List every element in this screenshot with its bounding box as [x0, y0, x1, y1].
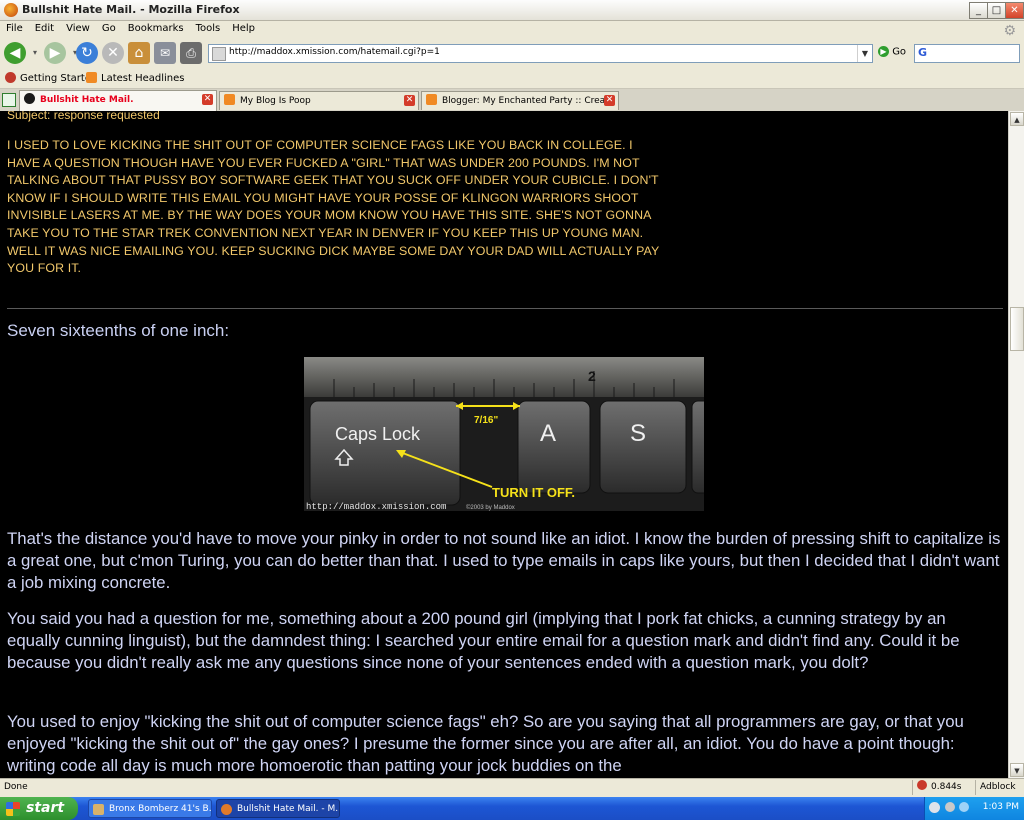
scroll-up-arrow-icon[interactable]: ▲	[1010, 112, 1024, 126]
a-key-label: A	[540, 420, 556, 447]
blogger-favicon-icon	[426, 94, 437, 105]
close-tab-icon[interactable]: ✕	[604, 95, 615, 106]
site-favicon-icon	[212, 47, 226, 61]
go-button[interactable]: ▶ Go	[878, 46, 906, 58]
email-subject: Subject: response requested	[7, 111, 160, 122]
load-time-value: 0.844s	[931, 782, 962, 792]
page-content: Subject: response requested I USED TO LO…	[0, 111, 1008, 778]
adblock-status[interactable]: Adblock	[975, 780, 1024, 795]
firebug-icon	[917, 780, 927, 790]
task-label: Bronx Bomberz 41's B...	[109, 804, 212, 814]
url-text[interactable]: http://maddox.xmission.com/hatemail.cgi?…	[229, 47, 440, 57]
go-arrow-icon: ▶	[878, 46, 889, 57]
back-button[interactable]: ◀	[4, 42, 26, 64]
section-heading: Seven sixteenths of one inch:	[7, 321, 230, 340]
close-button[interactable]: ✕	[1005, 2, 1024, 19]
maddox-favicon-icon	[24, 93, 35, 104]
divider	[7, 308, 1003, 309]
rss-feed-icon	[86, 72, 97, 83]
bookmark-label: Latest Headlines	[101, 73, 185, 84]
load-time-indicator: 0.844s	[912, 780, 975, 795]
taskbar-item-bullshit-hate-mail[interactable]: Bullshit Hate Mail. - M...	[216, 799, 340, 818]
google-search-icon: G	[918, 46, 928, 59]
firefox-icon	[4, 3, 18, 17]
clock[interactable]: 1:03 PM	[983, 802, 1019, 812]
tab-blogger-enchanted-party[interactable]: Blogger: My Enchanted Party :: Crea... ✕	[421, 91, 619, 110]
firefox-icon	[221, 804, 232, 815]
print-button[interactable]: ⎙	[180, 42, 202, 64]
measurement-label: 7/16"	[474, 415, 498, 426]
tab-label: Blogger: My Enchanted Party :: Crea...	[442, 96, 614, 106]
home-button[interactable]: ⌂	[128, 42, 150, 64]
turn-it-off-label: TURN IT OFF.	[492, 485, 575, 500]
menu-bar: File Edit View Go Bookmarks Tools Help ⚙	[0, 21, 1024, 39]
hate-mail-body: I USED TO LOVE KICKING THE SHIT OUT OF C…	[7, 138, 660, 276]
window-title: Bullshit Hate Mail. - Mozilla Firefox	[22, 3, 240, 16]
bookmark-latest-headlines[interactable]: Latest Headlines	[86, 72, 185, 84]
menu-view[interactable]: View	[60, 21, 96, 34]
menu-edit[interactable]: Edit	[29, 21, 60, 34]
throbber-icon: ⚙	[1003, 23, 1016, 39]
navigation-toolbar: ◀ ▾ ▶ ▾ ↻ ✕ ⌂ ✉ ⎙ http://maddox.xmission…	[0, 39, 1024, 68]
network-icon[interactable]	[945, 802, 955, 812]
s-key-label: S	[630, 420, 646, 447]
menu-go[interactable]: Go	[96, 21, 122, 34]
bookmarks-toolbar: Getting Started Latest Headlines	[0, 68, 1024, 89]
status-bar: Done 0.844s Adblock	[0, 778, 1024, 797]
taskbar-item-bronx-bomberz[interactable]: Bronx Bomberz 41's B...	[88, 799, 212, 818]
go-label: Go	[892, 46, 907, 58]
reload-button[interactable]: ↻	[76, 42, 98, 64]
back-history-chevron-icon[interactable]: ▾	[30, 42, 40, 64]
menu-file[interactable]: File	[0, 21, 29, 34]
url-dropdown-chevron-icon[interactable]: ▼	[857, 45, 872, 62]
bookmark-getting-started[interactable]: Getting Started	[5, 72, 97, 84]
menu-tools[interactable]: Tools	[190, 21, 227, 34]
tab-label: Bullshit Hate Mail.	[40, 95, 134, 105]
image-credit-copyright: ©2003 by Maddox	[466, 504, 515, 511]
ruler-number: 2	[588, 368, 596, 384]
new-tab-icon[interactable]	[2, 93, 16, 107]
image-credit-url: http://maddox.xmission.com	[306, 502, 446, 511]
close-tab-icon[interactable]: ✕	[202, 94, 213, 105]
windows-logo-icon	[6, 802, 20, 816]
mail-button[interactable]: ✉	[154, 42, 176, 64]
keyboard-ruler-illustration: 2 Caps Lock A S 7/16" TURN IT OFF. http:…	[304, 357, 704, 511]
title-bar: Bullshit Hate Mail. - Mozilla Firefox _ …	[0, 0, 1024, 21]
body-paragraph: You used to enjoy "kicking the shit out …	[7, 712, 964, 775]
scroll-down-arrow-icon[interactable]: ▼	[1010, 763, 1024, 777]
forward-button[interactable]: ▶	[44, 42, 66, 64]
firefox-bookmark-icon	[5, 72, 16, 83]
start-label: start	[26, 800, 65, 816]
system-tray: 1:03 PM	[924, 797, 1024, 820]
body-paragraph: You said you had a question for me, some…	[7, 609, 960, 672]
maximize-button[interactable]: □	[987, 2, 1006, 19]
menu-help[interactable]: Help	[226, 21, 261, 34]
tray-expand-chevron-icon[interactable]	[929, 802, 940, 813]
tab-label: My Blog Is Poop	[240, 96, 311, 106]
scrollbar-thumb[interactable]	[1010, 307, 1024, 351]
body-paragraph: That's the distance you'd have to move y…	[7, 529, 1001, 592]
menu-bookmarks[interactable]: Bookmarks	[122, 21, 190, 34]
caps-lock-photo: 2 Caps Lock A S 7/16" TURN IT OFF. http:…	[304, 357, 704, 511]
close-tab-icon[interactable]: ✕	[404, 95, 415, 106]
task-label: Bullshit Hate Mail. - M...	[237, 804, 340, 814]
status-text: Done	[4, 782, 28, 792]
vertical-scrollbar[interactable]: ▲ ▼	[1008, 111, 1024, 778]
caps-lock-key-label: Caps Lock	[335, 424, 421, 444]
minimize-button[interactable]: _	[969, 2, 988, 19]
tab-bar: Bullshit Hate Mail. ✕ My Blog Is Poop ✕ …	[0, 89, 1024, 111]
url-bar[interactable]: http://maddox.xmission.com/hatemail.cgi?…	[208, 44, 873, 63]
stop-button[interactable]: ✕	[102, 42, 124, 64]
tab-bullshit-hate-mail[interactable]: Bullshit Hate Mail. ✕	[19, 90, 217, 111]
volume-icon[interactable]	[959, 802, 969, 812]
blogger-favicon-icon	[224, 94, 235, 105]
search-input[interactable]: G	[914, 44, 1020, 63]
start-button[interactable]: start	[0, 797, 78, 820]
browser-window-icon	[93, 804, 104, 815]
windows-taskbar: start Bronx Bomberz 41's B... Bullshit H…	[0, 797, 1024, 820]
tab-my-blog-is-poop[interactable]: My Blog Is Poop ✕	[219, 91, 419, 110]
